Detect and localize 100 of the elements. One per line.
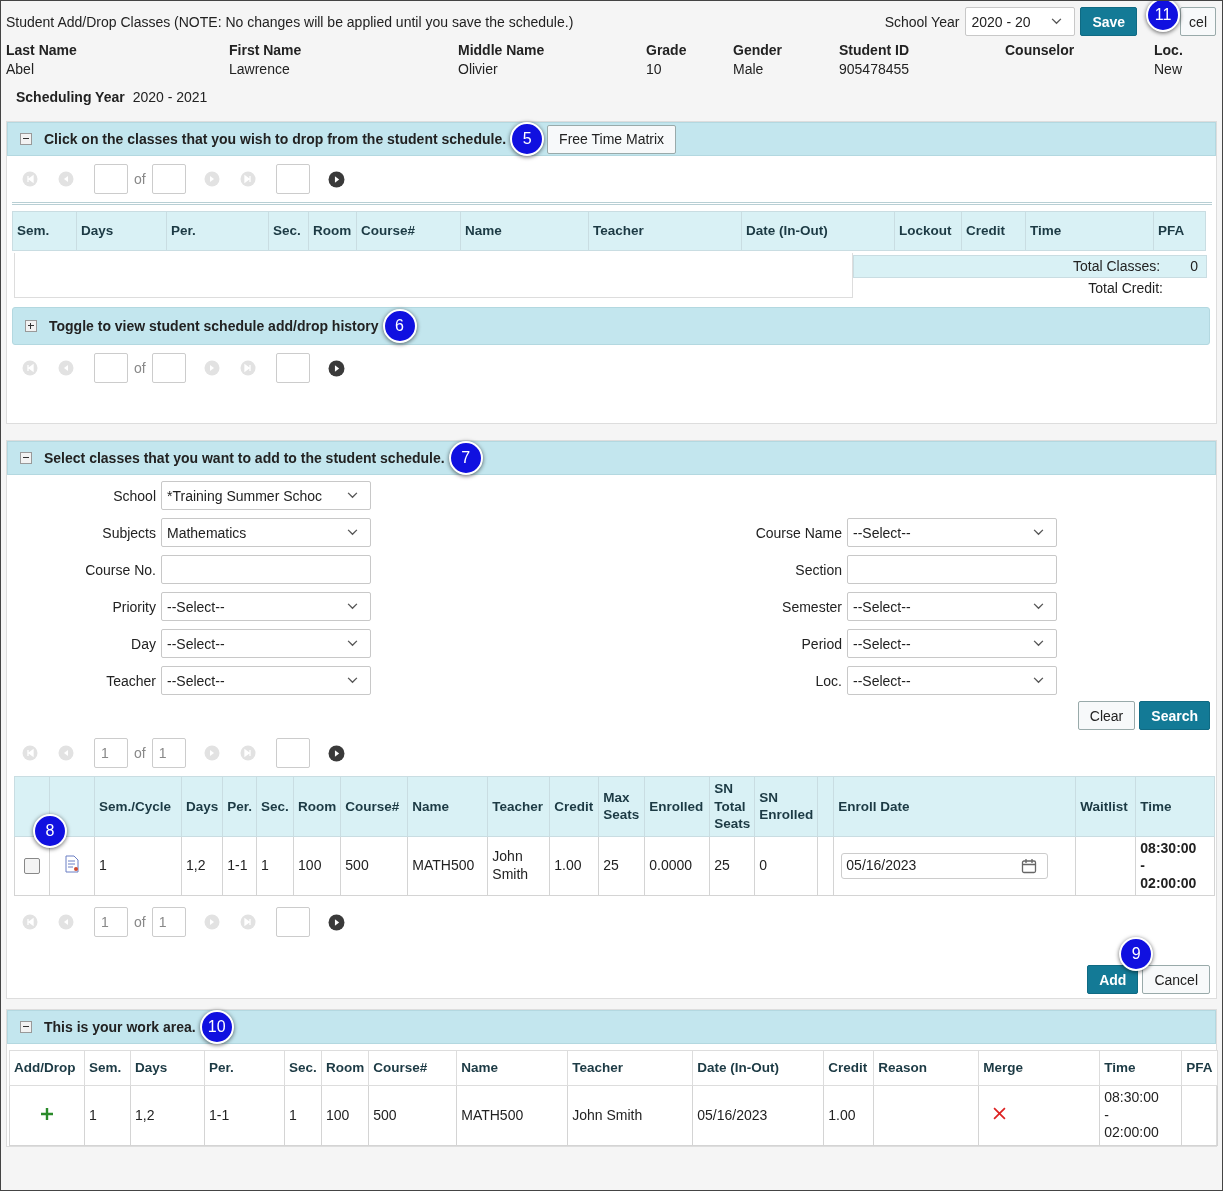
table-cell: John Smith bbox=[487, 836, 550, 896]
last-page-icon[interactable] bbox=[239, 360, 256, 376]
clear-button[interactable]: Clear bbox=[1077, 701, 1136, 730]
page-field[interactable] bbox=[94, 164, 128, 194]
chevron-icon bbox=[347, 492, 358, 499]
first-page-icon[interactable] bbox=[22, 745, 38, 761]
close-icon[interactable] bbox=[993, 1106, 1007, 1120]
page-count-field[interactable]: 1 bbox=[151, 738, 186, 768]
last-page-icon[interactable] bbox=[239, 171, 256, 187]
scheduling-year-label: Scheduling Year bbox=[16, 89, 125, 105]
field-label: Middle Name bbox=[458, 42, 546, 58]
free-time-matrix-button[interactable]: Free Time Matrix bbox=[547, 124, 677, 154]
next-page-icon[interactable] bbox=[203, 745, 220, 761]
column-header: PFA bbox=[1181, 1050, 1217, 1086]
filter-select[interactable]: *Training Summer Schoc bbox=[161, 481, 371, 510]
enroll-date-field[interactable]: 05/16/2023 bbox=[841, 852, 1049, 879]
go-to-page-field[interactable] bbox=[275, 907, 310, 938]
school-year-select[interactable]: 2020 - 20 bbox=[965, 7, 1076, 36]
page-count-field[interactable] bbox=[151, 353, 186, 383]
column-header: Teacher bbox=[487, 776, 550, 837]
filter-select[interactable]: --Select-- bbox=[847, 592, 1057, 621]
filter-select[interactable]: --Select-- bbox=[847, 518, 1057, 547]
last-page-icon[interactable] bbox=[239, 914, 256, 931]
save-button[interactable]: Save bbox=[1080, 7, 1138, 36]
filter-input-field[interactable] bbox=[847, 555, 1057, 584]
first-page-icon[interactable] bbox=[22, 914, 38, 931]
chevron-icon bbox=[1033, 603, 1044, 610]
go-to-page-field[interactable] bbox=[275, 353, 310, 383]
column-header: Per. bbox=[222, 776, 257, 837]
previous-page-icon[interactable] bbox=[58, 745, 74, 761]
toggle-icon[interactable] bbox=[25, 320, 37, 332]
table-cell: 1 bbox=[84, 1085, 131, 1146]
filter-label: Course Name bbox=[754, 524, 842, 541]
chevron-icon bbox=[347, 677, 358, 684]
callout-badge: 10 bbox=[199, 1010, 234, 1045]
column-header: Time bbox=[1135, 776, 1215, 837]
column-header: Room bbox=[321, 1050, 369, 1086]
callout-badge: 8 bbox=[33, 814, 67, 848]
column-header: Days bbox=[76, 211, 167, 251]
table-cell: 1.00 bbox=[823, 1085, 874, 1146]
last-page-icon[interactable] bbox=[239, 745, 256, 761]
toggle-icon[interactable] bbox=[20, 133, 32, 145]
previous-page-icon[interactable] bbox=[58, 171, 74, 187]
search-button[interactable]: Search bbox=[1139, 701, 1210, 730]
toggle-icon[interactable] bbox=[20, 452, 32, 464]
column-header: Reason bbox=[873, 1050, 979, 1086]
column-header: Name bbox=[460, 211, 589, 251]
previous-page-icon[interactable] bbox=[58, 360, 74, 376]
column-header: Name bbox=[456, 1050, 568, 1086]
plus-icon[interactable] bbox=[41, 1107, 53, 1120]
filter-label: Teacher bbox=[105, 672, 156, 689]
page-count-field[interactable] bbox=[151, 164, 186, 194]
column-header: Room bbox=[293, 776, 341, 837]
document-icon[interactable] bbox=[63, 854, 81, 873]
column-header: SN Enrolled bbox=[754, 776, 818, 837]
column-header: Date (In-Out) bbox=[692, 1050, 824, 1086]
go-icon[interactable] bbox=[327, 744, 345, 762]
cancel-button[interactable]: Cancel bbox=[1142, 965, 1210, 995]
toggle-icon[interactable] bbox=[20, 1021, 32, 1034]
table-cell: 1 bbox=[94, 836, 182, 896]
cancel-button[interactable]: cel bbox=[1180, 7, 1216, 36]
filter-label: Semester bbox=[781, 598, 842, 615]
first-page-icon[interactable] bbox=[22, 360, 38, 376]
column-header: Days bbox=[181, 776, 223, 837]
filter-select[interactable]: --Select-- bbox=[161, 629, 371, 658]
table-cell: MATH500 bbox=[456, 1085, 568, 1146]
go-to-page-field[interactable] bbox=[275, 738, 310, 768]
page-count-field[interactable]: 1 bbox=[151, 907, 186, 938]
column-header: Enroll Date bbox=[833, 776, 1076, 837]
callout-badge: 6 bbox=[382, 309, 417, 343]
calendar-icon[interactable] bbox=[1021, 857, 1038, 874]
filter-select[interactable]: --Select-- bbox=[847, 666, 1057, 695]
field-label: Last Name bbox=[6, 42, 78, 58]
go-icon[interactable] bbox=[327, 170, 345, 188]
filter-select[interactable]: --Select-- bbox=[847, 629, 1057, 658]
next-page-icon[interactable] bbox=[203, 360, 220, 376]
callout-badge: 9 bbox=[1119, 937, 1154, 972]
table-cell: 08:30:00 - 02:00:00 bbox=[1099, 1085, 1182, 1146]
column-header: Lockout bbox=[894, 211, 962, 251]
add-button[interactable]: Add bbox=[1087, 965, 1139, 995]
table-cell: 500 bbox=[368, 1085, 457, 1146]
filter-select[interactable]: --Select-- bbox=[161, 666, 371, 695]
filter-input-field[interactable] bbox=[161, 555, 371, 584]
go-icon[interactable] bbox=[327, 913, 345, 931]
filter-select[interactable]: Mathematics bbox=[161, 518, 371, 547]
next-page-icon[interactable] bbox=[203, 171, 220, 187]
filter-select[interactable]: --Select-- bbox=[161, 592, 371, 621]
page-field[interactable] bbox=[94, 353, 128, 383]
next-page-icon[interactable] bbox=[203, 914, 220, 931]
filter-label: School bbox=[112, 487, 156, 504]
row-checkbox[interactable] bbox=[24, 858, 40, 875]
first-page-icon[interactable] bbox=[22, 171, 38, 187]
page-field[interactable]: 1 bbox=[94, 738, 128, 768]
field-label: First Name bbox=[229, 42, 303, 58]
go-to-page-field[interactable] bbox=[275, 164, 310, 194]
previous-page-icon[interactable] bbox=[58, 914, 74, 931]
page-field[interactable]: 1 bbox=[94, 907, 128, 938]
field-label: Grade bbox=[646, 42, 688, 58]
column-header: Merge bbox=[978, 1050, 1100, 1086]
go-icon[interactable] bbox=[327, 359, 345, 377]
